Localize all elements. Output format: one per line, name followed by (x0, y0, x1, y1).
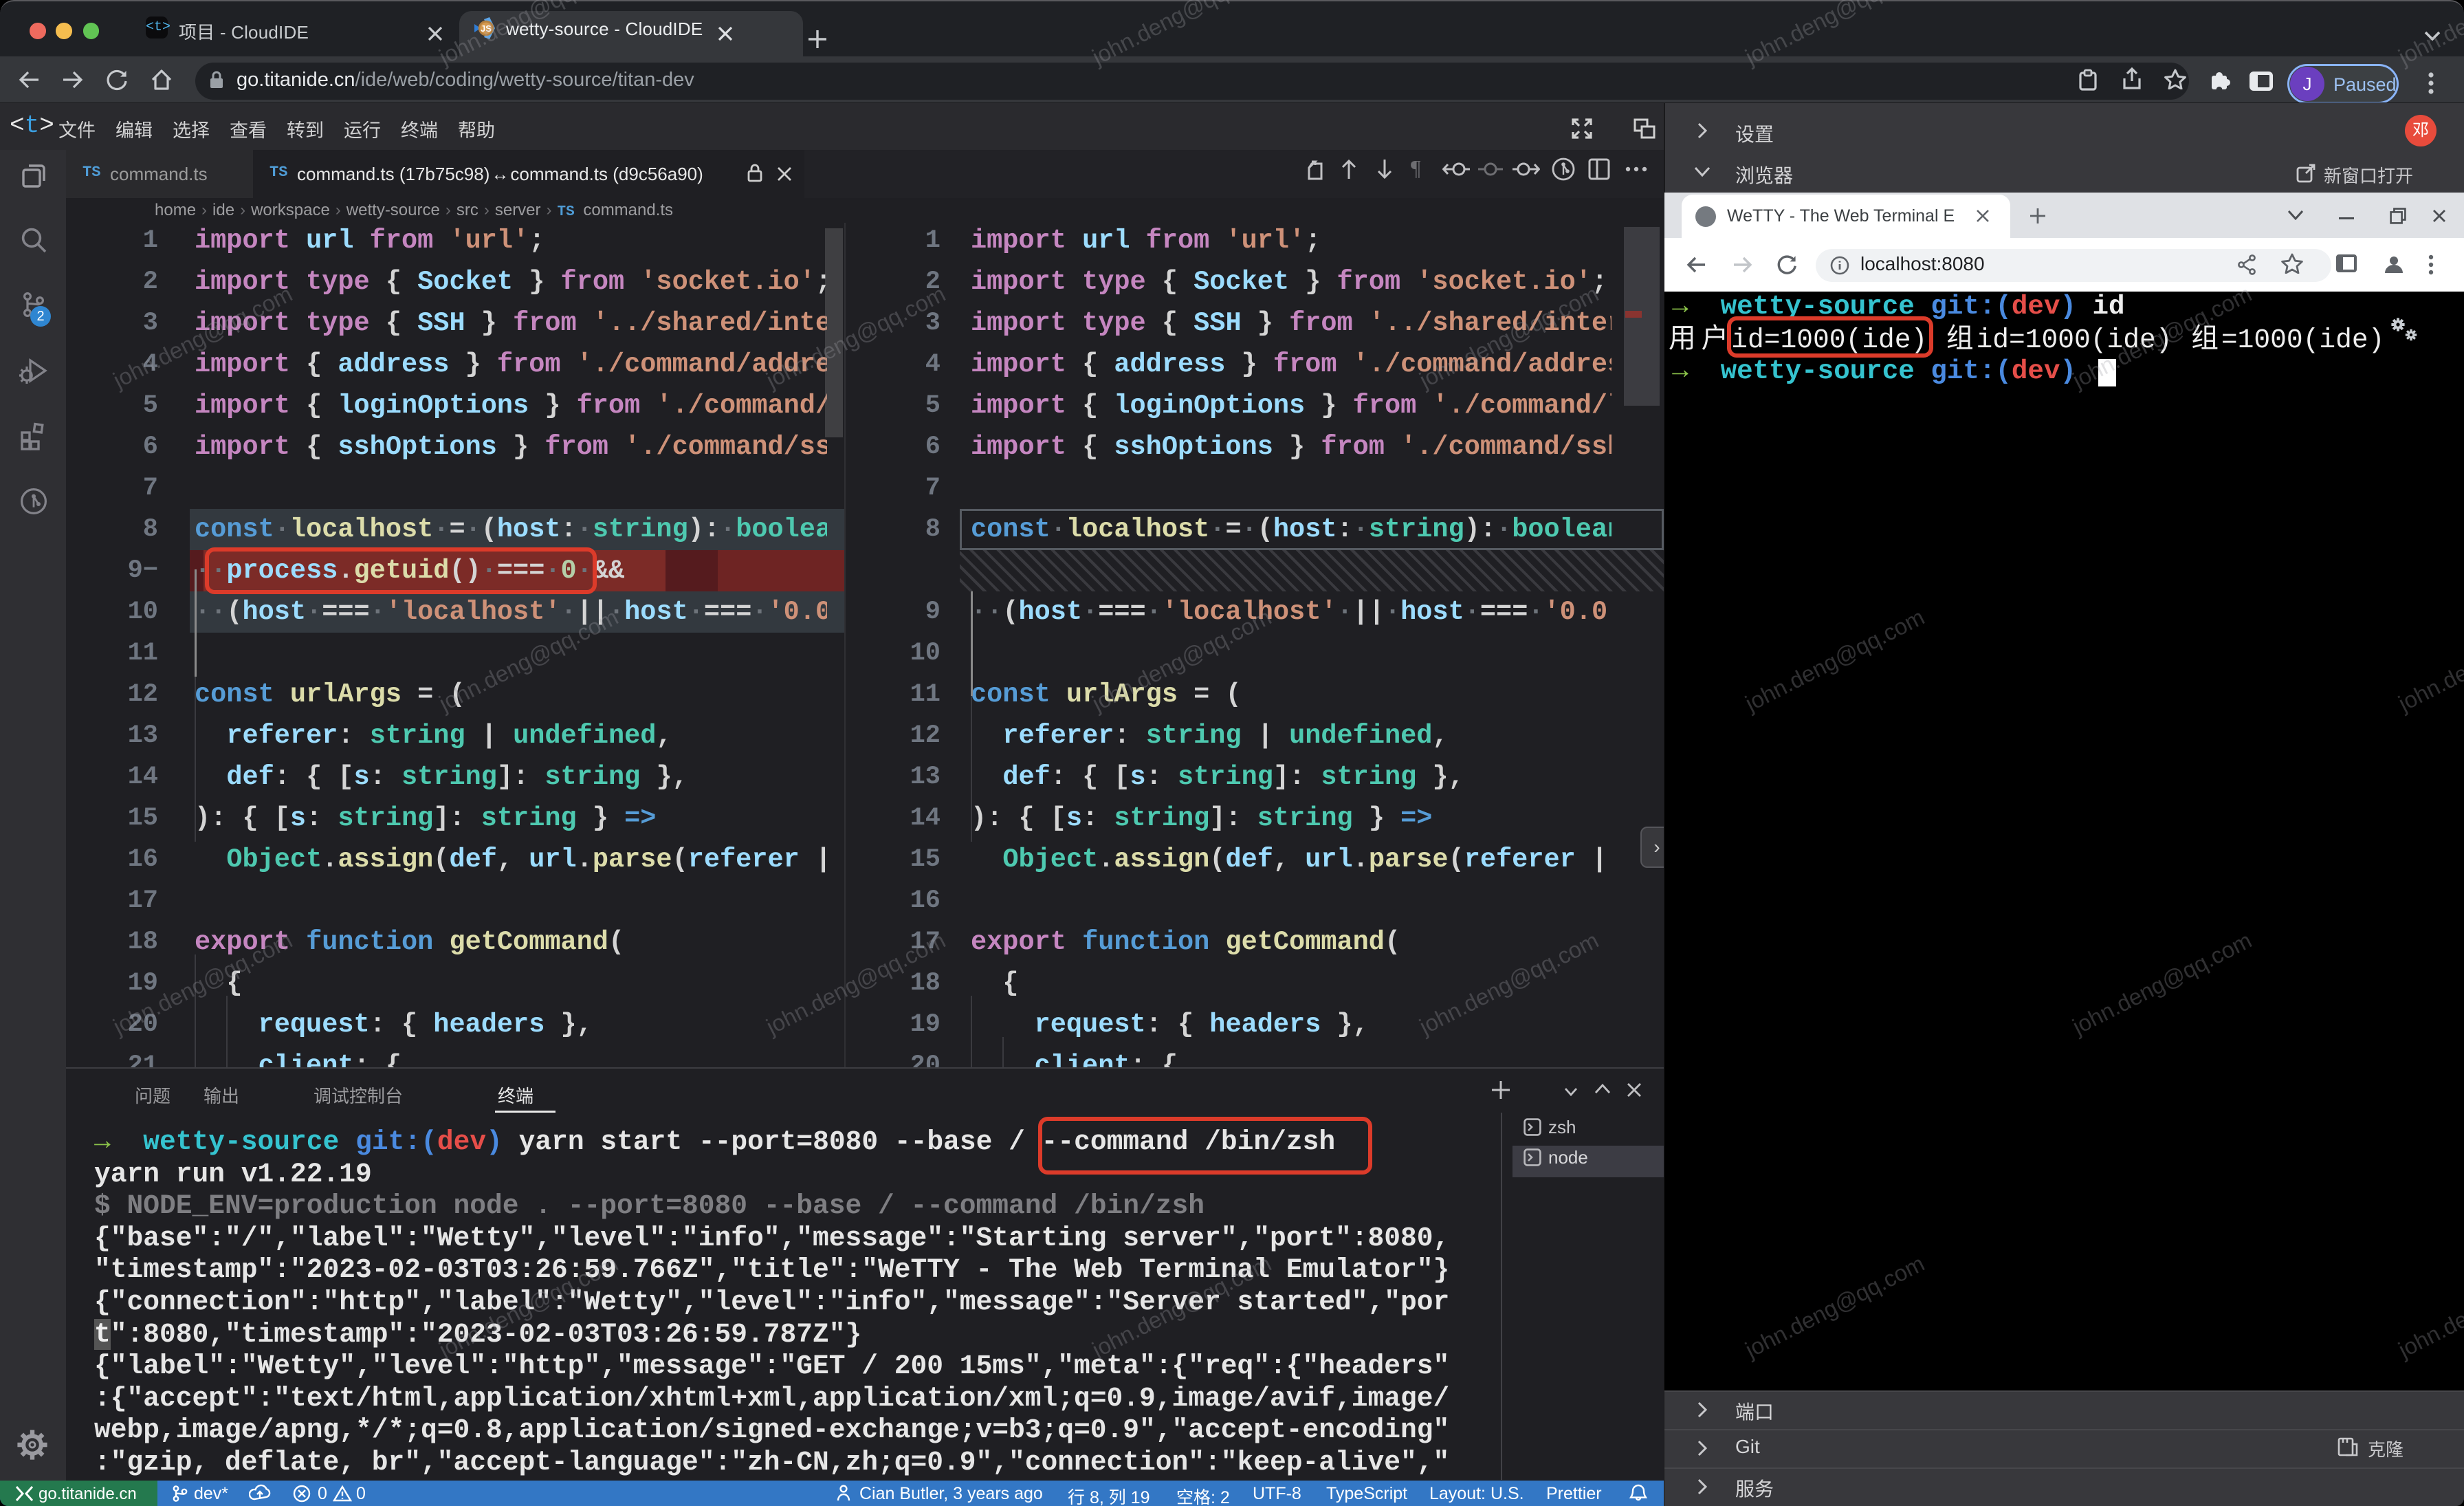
svg-text:JS: JS (481, 23, 492, 34)
